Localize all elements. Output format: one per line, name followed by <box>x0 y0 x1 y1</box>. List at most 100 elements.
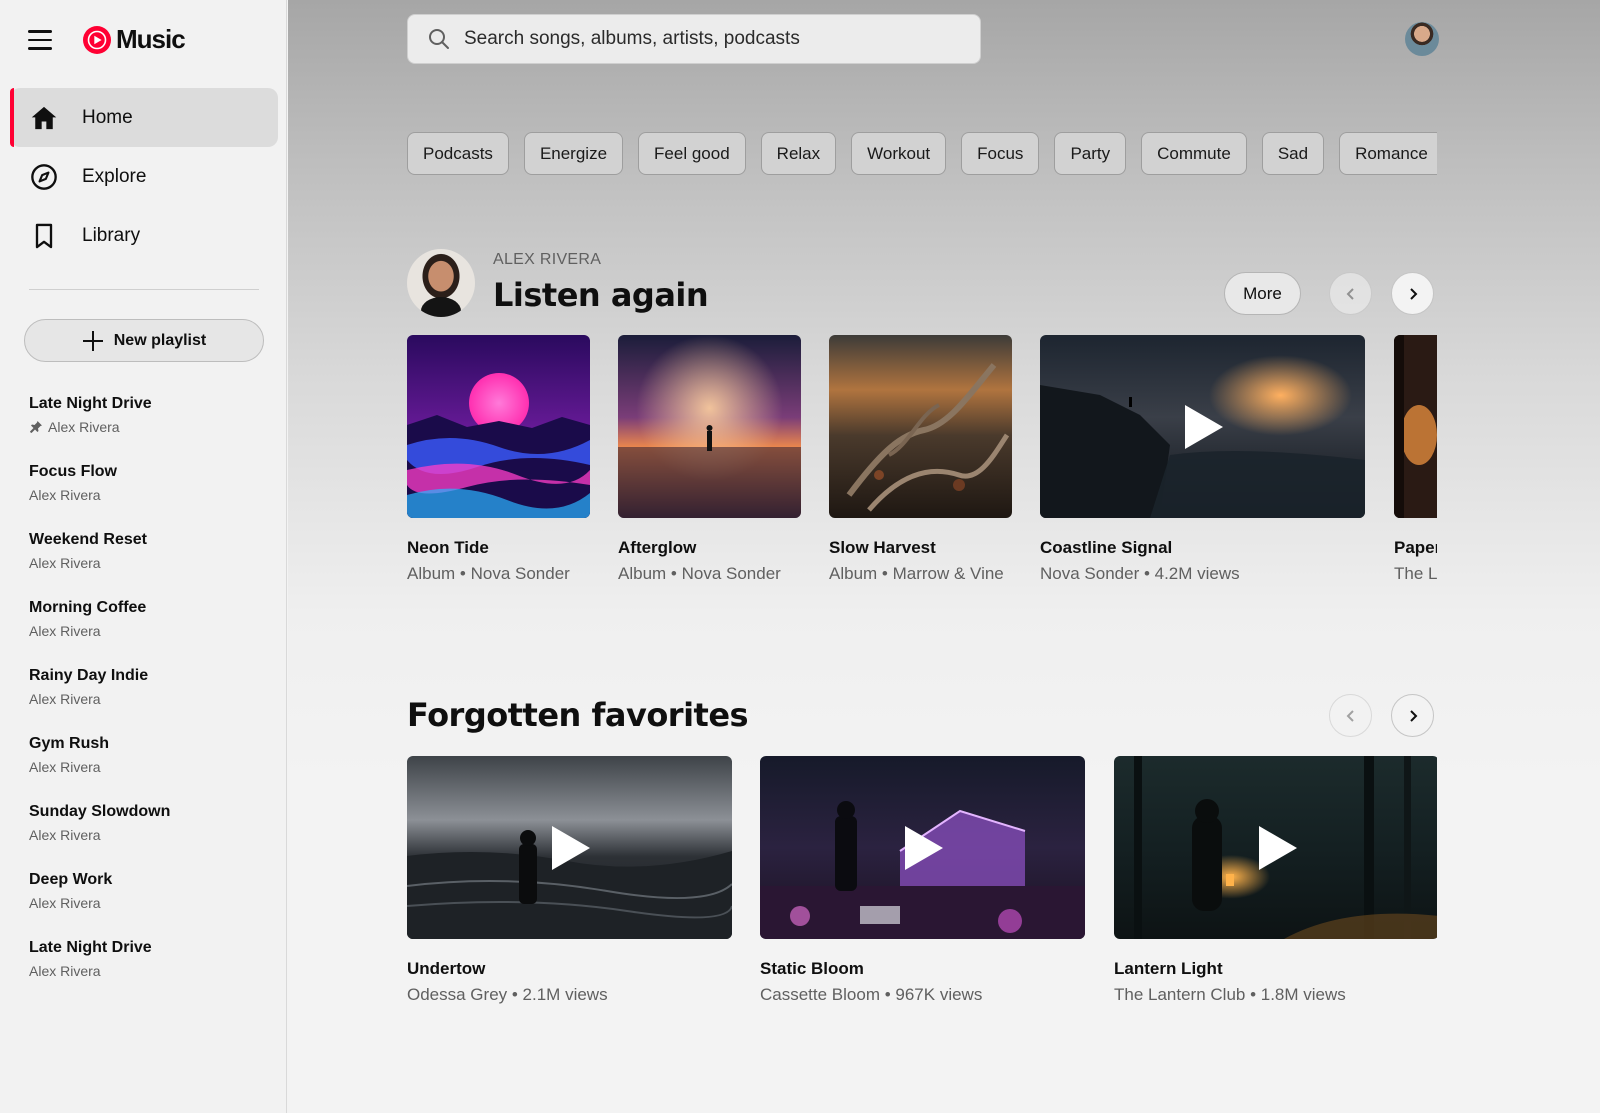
forgotten-next-button[interactable] <box>1391 694 1434 737</box>
chip-podcasts[interactable]: Podcasts <box>407 132 509 175</box>
playlist-title: Weekend Reset <box>29 531 147 548</box>
card-coastline-signal[interactable]: Coastline Signal Nova Sonder • 4.2M view… <box>1040 335 1365 584</box>
playlist-owner: Alex Rivera <box>29 555 101 571</box>
card-lantern-light[interactable]: Lantern Light The Lantern Club • 1.8M vi… <box>1114 756 1437 1005</box>
card-title: Undertow <box>407 959 486 978</box>
card-subtitle: The L <box>1394 564 1437 583</box>
forgotten-favorites-title[interactable]: Forgotten favorites <box>407 696 749 734</box>
video-thumbnail <box>407 756 732 939</box>
chip-commute[interactable]: Commute <box>1141 132 1247 175</box>
chevron-right-icon <box>1409 709 1417 722</box>
playlist-title: Gym Rush <box>29 735 110 752</box>
user-avatar[interactable] <box>407 249 475 317</box>
more-button[interactable]: More <box>1224 272 1301 315</box>
chip-feel-good[interactable]: Feel good <box>638 132 746 175</box>
search-icon <box>429 29 449 49</box>
card-partial[interactable]: Paper The L <box>1394 335 1437 584</box>
listen-again-next-button[interactable] <box>1391 272 1434 315</box>
card-subtitle: Cassette Bloom • 967K views <box>760 985 983 1004</box>
playlist-item[interactable]: Deep Work Alex Rivera <box>29 870 269 938</box>
card-subtitle: Album • Nova Sonder <box>407 564 570 583</box>
main-content: Podcasts Energize Feel good Relax Workou… <box>288 0 1600 1113</box>
card-title: Static Bloom <box>760 959 864 978</box>
forgotten-favorites-row: Undertow Odessa Grey • 2.1M views Static… <box>407 756 1437 1006</box>
search-bar[interactable] <box>407 14 981 64</box>
logo[interactable]: Music <box>82 24 186 55</box>
card-afterglow[interactable]: Afterglow Album • Nova Sonder <box>618 335 801 584</box>
sidebar: Music Home Explore Library New playlist <box>0 0 287 1113</box>
playlist-item[interactable]: Sunday Slowdown Alex Rivera <box>29 802 269 870</box>
sidebar-item-label: Home <box>82 106 133 128</box>
sidebar-divider <box>29 289 259 290</box>
playlist-item[interactable]: Focus Flow Alex Rivera <box>29 462 269 530</box>
playlist-item[interactable]: Late Night Drive Alex Rivera <box>29 394 269 462</box>
card-subtitle: Nova Sonder • 4.2M views <box>1040 564 1240 583</box>
forgotten-prev-button[interactable] <box>1329 694 1372 737</box>
playlist-owner: Alex Rivera <box>48 419 120 435</box>
sidebar-item-library[interactable]: Library <box>10 206 278 265</box>
sidebar-item-label: Library <box>82 224 141 246</box>
card-neon-tide[interactable]: Neon Tide Album • Nova Sonder <box>407 335 590 584</box>
album-art <box>618 335 801 518</box>
playlist-item[interactable]: Gym Rush Alex Rivera <box>29 734 269 802</box>
card-title: Neon Tide <box>407 538 489 557</box>
album-art <box>829 335 1012 518</box>
search-input[interactable] <box>464 28 944 50</box>
chevron-left-icon <box>1346 709 1354 722</box>
album-art <box>1394 335 1437 518</box>
bookmark-icon <box>30 222 58 250</box>
sidebar-item-home[interactable]: Home <box>10 88 278 147</box>
playlist-item[interactable]: Late Night Drive Alex Rivera <box>29 938 269 1006</box>
card-subtitle: The Lantern Club • 1.8M views <box>1114 985 1346 1004</box>
playlist-item[interactable]: Rainy Day Indie Alex Rivera <box>29 666 269 734</box>
play-icon[interactable] <box>548 824 592 872</box>
playlist-title: Rainy Day Indie <box>29 667 149 684</box>
video-thumbnail <box>760 756 1085 939</box>
card-title: Afterglow <box>618 538 697 557</box>
playlist-item[interactable]: Weekend Reset Alex Rivera <box>29 530 269 598</box>
listen-again-prev-button[interactable] <box>1329 272 1372 315</box>
chip-party[interactable]: Party <box>1054 132 1127 175</box>
playlist-owner: Alex Rivera <box>29 691 101 707</box>
sidebar-item-label: Explore <box>82 165 147 187</box>
card-title: Lantern Light <box>1114 959 1223 978</box>
chip-sad[interactable]: Sad <box>1261 132 1325 175</box>
chip-energize[interactable]: Energize <box>523 132 624 175</box>
playlist-title: Morning Coffee <box>29 599 147 616</box>
mood-chips: Podcasts Energize Feel good Relax Workou… <box>407 132 1437 176</box>
playlist-owner: Alex Rivera <box>29 895 101 911</box>
playlist-title: Deep Work <box>29 871 113 888</box>
album-art <box>407 335 590 518</box>
sidebar-nav: Home Explore Library <box>10 88 278 265</box>
chip-focus[interactable]: Focus <box>961 132 1040 175</box>
video-thumbnail <box>1040 335 1365 518</box>
menu-icon[interactable] <box>28 24 60 56</box>
chip-relax[interactable]: Relax <box>760 132 837 175</box>
playlist-title: Late Night Drive <box>29 395 152 412</box>
music-logo-icon <box>83 25 111 54</box>
playlist-item[interactable]: Morning Coffee Alex Rivera <box>29 598 269 666</box>
account-avatar[interactable] <box>1405 22 1439 56</box>
card-title: Paper <box>1394 538 1437 557</box>
sidebar-item-explore[interactable]: Explore <box>10 147 278 206</box>
chip-workout[interactable]: Workout <box>851 132 947 175</box>
chip-romance[interactable]: Romance <box>1339 132 1437 175</box>
playlist-owner: Alex Rivera <box>29 487 101 503</box>
compass-icon <box>30 163 58 191</box>
play-icon[interactable] <box>1255 824 1299 872</box>
playlist-owner: Alex Rivera <box>29 623 101 639</box>
play-icon[interactable] <box>901 824 945 872</box>
chevron-right-icon <box>1409 287 1417 300</box>
new-playlist-button[interactable]: New playlist <box>24 319 264 362</box>
playlist-title: Late Night Drive <box>29 939 152 956</box>
card-title: Slow Harvest <box>829 538 936 557</box>
card-static-bloom[interactable]: Static Bloom Cassette Bloom • 967K views <box>760 756 1085 1005</box>
plus-icon <box>82 330 103 351</box>
card-slow-harvest[interactable]: Slow Harvest Album • Marrow & Vine <box>829 335 1012 584</box>
card-title: Coastline Signal <box>1040 538 1173 557</box>
playlist-owner: Alex Rivera <box>29 827 101 843</box>
card-undertow[interactable]: Undertow Odessa Grey • 2.1M views <box>407 756 732 1005</box>
home-icon <box>30 104 58 132</box>
play-icon[interactable] <box>1181 403 1225 451</box>
listen-again-title[interactable]: Listen again <box>493 276 709 314</box>
